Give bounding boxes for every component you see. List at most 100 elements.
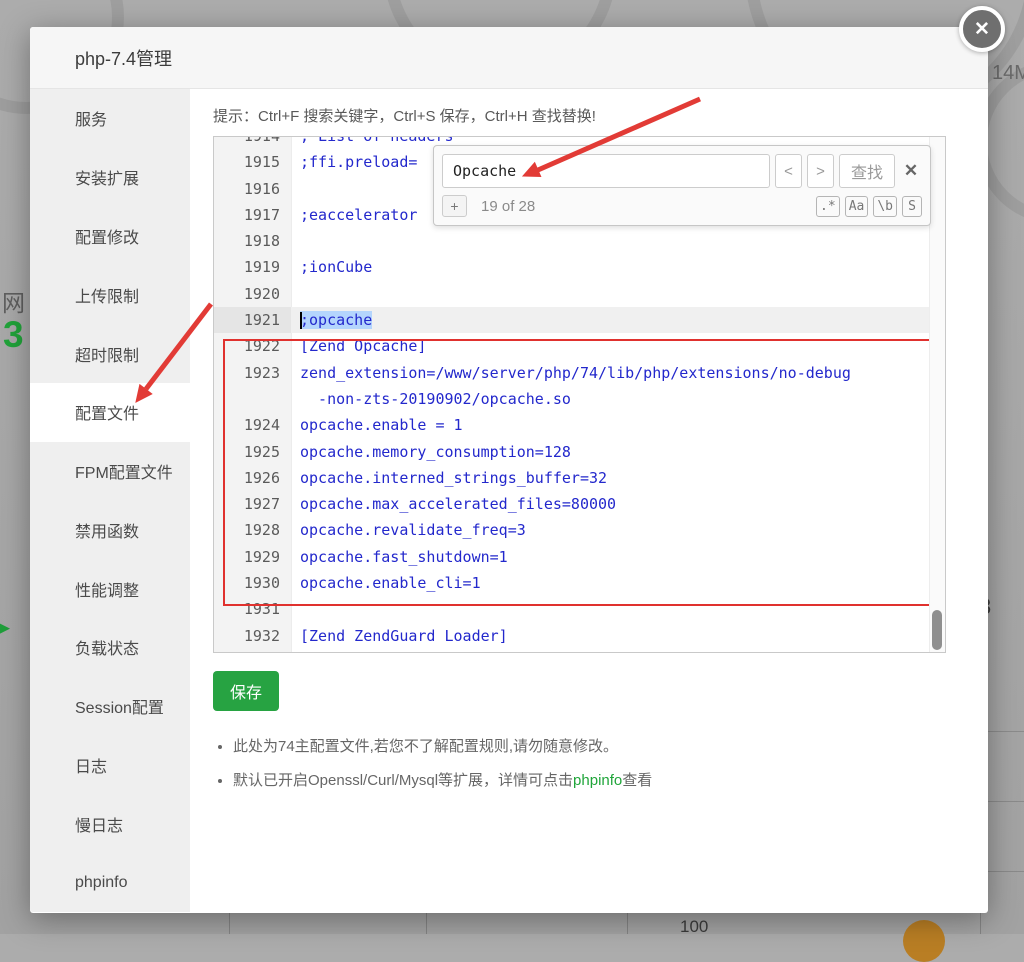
line-text: opcache.enable_cli=1: [291, 570, 930, 596]
line-text: opcache.enable = 1: [291, 412, 930, 438]
regex-toggle[interactable]: .*: [816, 196, 840, 217]
note-text: 查看: [622, 772, 652, 789]
sidebar-item-label: 上传限制: [75, 283, 139, 307]
editor-line: 1923 zend_extension=/www/server/php/74/l…: [214, 360, 930, 386]
note-item: 默认已开启Openssl/Curl/Mysql等扩展，详情可点击phpinfo查…: [233, 769, 988, 790]
background-divider: [426, 913, 427, 934]
sidebar-item-label: 超时限制: [75, 342, 139, 366]
line-text: [Zend Opcache]: [291, 333, 930, 359]
line-number: 1927: [214, 491, 291, 517]
sidebar-item-label: 配置文件: [75, 400, 139, 424]
line-number: 1916: [214, 176, 291, 202]
line-text: opcache.interned_strings_buffer=32: [291, 465, 930, 491]
background-green-number: 3: [3, 314, 24, 356]
note-text: 此处为74主配置文件,若您不了解配置规则,请勿随意修改。: [233, 738, 618, 755]
match-count: 19 of 28: [481, 198, 535, 215]
sidebar-item[interactable]: 安装扩展: [30, 148, 190, 207]
line-number: 1920: [214, 281, 291, 307]
close-icon[interactable]: ✕: [959, 6, 1005, 52]
find-button[interactable]: 查找: [839, 154, 895, 188]
line-number: 1930: [214, 570, 291, 596]
background-divider: [985, 801, 1024, 802]
line-number: 1925: [214, 439, 291, 465]
sidebar-item[interactable]: phpinfo: [30, 853, 190, 912]
case-sensitive-toggle[interactable]: Aa: [845, 196, 869, 217]
note-item: 此处为74主配置文件,若您不了解配置规则,请勿随意修改。: [233, 735, 988, 756]
editor-line: 1932 [Zend ZendGuard Loader]: [214, 623, 930, 649]
sidebar-item[interactable]: 服务: [30, 89, 190, 148]
editor-line: 1920: [214, 281, 930, 307]
sidebar-item[interactable]: 性能调整: [30, 559, 190, 618]
line-text: opcache.max_accelerated_files=80000: [291, 491, 930, 517]
line-number: 1919: [214, 254, 291, 280]
background-divider: [985, 871, 1024, 872]
editor-scrollbar[interactable]: [929, 137, 945, 652]
sidebar-item[interactable]: 上传限制: [30, 265, 190, 324]
editor-scrollbar-thumb[interactable]: [932, 610, 942, 650]
sidebar-item-label: FPM配置文件: [75, 459, 173, 483]
background-net-glyph: 网: [2, 284, 25, 318]
sidebar-item-label: 配置修改: [75, 224, 139, 248]
editor-line: 1926 opcache.interned_strings_buffer=32: [214, 465, 930, 491]
editor-line: 1927 opcache.max_accelerated_files=80000: [214, 491, 930, 517]
sidebar-item[interactable]: Session配置: [30, 677, 190, 736]
sidebar-item-label: 服务: [75, 106, 107, 130]
line-number: [214, 386, 291, 412]
background-orange-dot: [903, 920, 945, 962]
line-text: opcache.memory_consumption=128: [291, 439, 930, 465]
sidebar-item[interactable]: 禁用函数: [30, 500, 190, 559]
editor-line: 1919 ;ionCube: [214, 254, 930, 280]
line-text: -non-zts-20190902/opcache.so: [291, 386, 930, 412]
editor-line: -non-zts-20190902/opcache.so: [214, 386, 930, 412]
sidebar-item-label: 日志: [75, 753, 107, 777]
background-divider: [229, 913, 230, 934]
search-close-icon[interactable]: ✕: [900, 154, 922, 188]
dialog-header: php-7.4管理: [30, 27, 988, 89]
line-text: [291, 596, 930, 622]
config-editor[interactable]: 1914 ; List of headers 1915 ;ffi.preload…: [213, 136, 946, 653]
line-number: 1918: [214, 228, 291, 254]
line-number: 1922: [214, 333, 291, 359]
line-number: 1923: [214, 360, 291, 386]
sidebar-item[interactable]: 慢日志: [30, 794, 190, 853]
search-panel: < > 查找 ✕ + 19 of 28 .* Aa \b S: [433, 145, 931, 226]
editor-line: 1925 opcache.memory_consumption=128: [214, 439, 930, 465]
background-divider: [985, 731, 1024, 732]
sidebar-item[interactable]: 日志: [30, 736, 190, 795]
notes-list: 此处为74主配置文件,若您不了解配置规则,请勿随意修改。 默认已开启Openss…: [193, 735, 988, 790]
background-bottom-number: 100: [680, 917, 708, 937]
selection-toggle[interactable]: S: [902, 196, 922, 217]
editor-line: 1924 opcache.enable = 1: [214, 412, 930, 438]
editor-hint: 提示：Ctrl+F 搜索关键字，Ctrl+S 保存，Ctrl+H 查找替换!: [213, 105, 988, 126]
find-next-button[interactable]: >: [807, 154, 834, 188]
background-divider: [627, 913, 628, 934]
background-memory-text: 14M: [992, 62, 1024, 85]
save-button[interactable]: 保存: [213, 671, 279, 711]
line-number: 1915: [214, 149, 291, 175]
dialog-body: 服务 安装扩展 配置修改 上传限制 超时限制 配置文件 FPM配置文件 禁用函数…: [30, 89, 988, 912]
sidebar-item[interactable]: 配置修改: [30, 207, 190, 266]
line-text: [Zend ZendGuard Loader]: [291, 623, 930, 649]
editor-line: 1930 opcache.enable_cli=1: [214, 570, 930, 596]
sidebar-item[interactable]: 配置文件: [30, 383, 190, 442]
editor-line: 1918: [214, 228, 930, 254]
sidebar-item[interactable]: FPM配置文件: [30, 442, 190, 501]
phpinfo-link[interactable]: phpinfo: [573, 772, 622, 789]
search-options-row: + 19 of 28 .* Aa \b S: [442, 195, 922, 217]
background-green-arrow-icon: ▶: [0, 618, 10, 638]
sidebar-item-label: 性能调整: [75, 577, 139, 601]
line-number: 1921: [214, 307, 291, 333]
editor-line: 1929 opcache.fast_shutdown=1: [214, 544, 930, 570]
line-number: 1932: [214, 623, 291, 649]
line-number: 1924: [214, 412, 291, 438]
line-text: zend_extension=/www/server/php/74/lib/ph…: [291, 360, 930, 386]
whole-word-toggle[interactable]: \b: [873, 196, 897, 217]
search-input[interactable]: [442, 154, 770, 188]
find-prev-button[interactable]: <: [775, 154, 802, 188]
sidebar-item[interactable]: 超时限制: [30, 324, 190, 383]
line-text: ;opcache: [291, 307, 930, 333]
sidebar-item[interactable]: 负载状态: [30, 618, 190, 677]
replace-expand-button[interactable]: +: [442, 195, 467, 217]
editor-line: 1931: [214, 596, 930, 622]
sidebar-item-label: 禁用函数: [75, 518, 139, 542]
